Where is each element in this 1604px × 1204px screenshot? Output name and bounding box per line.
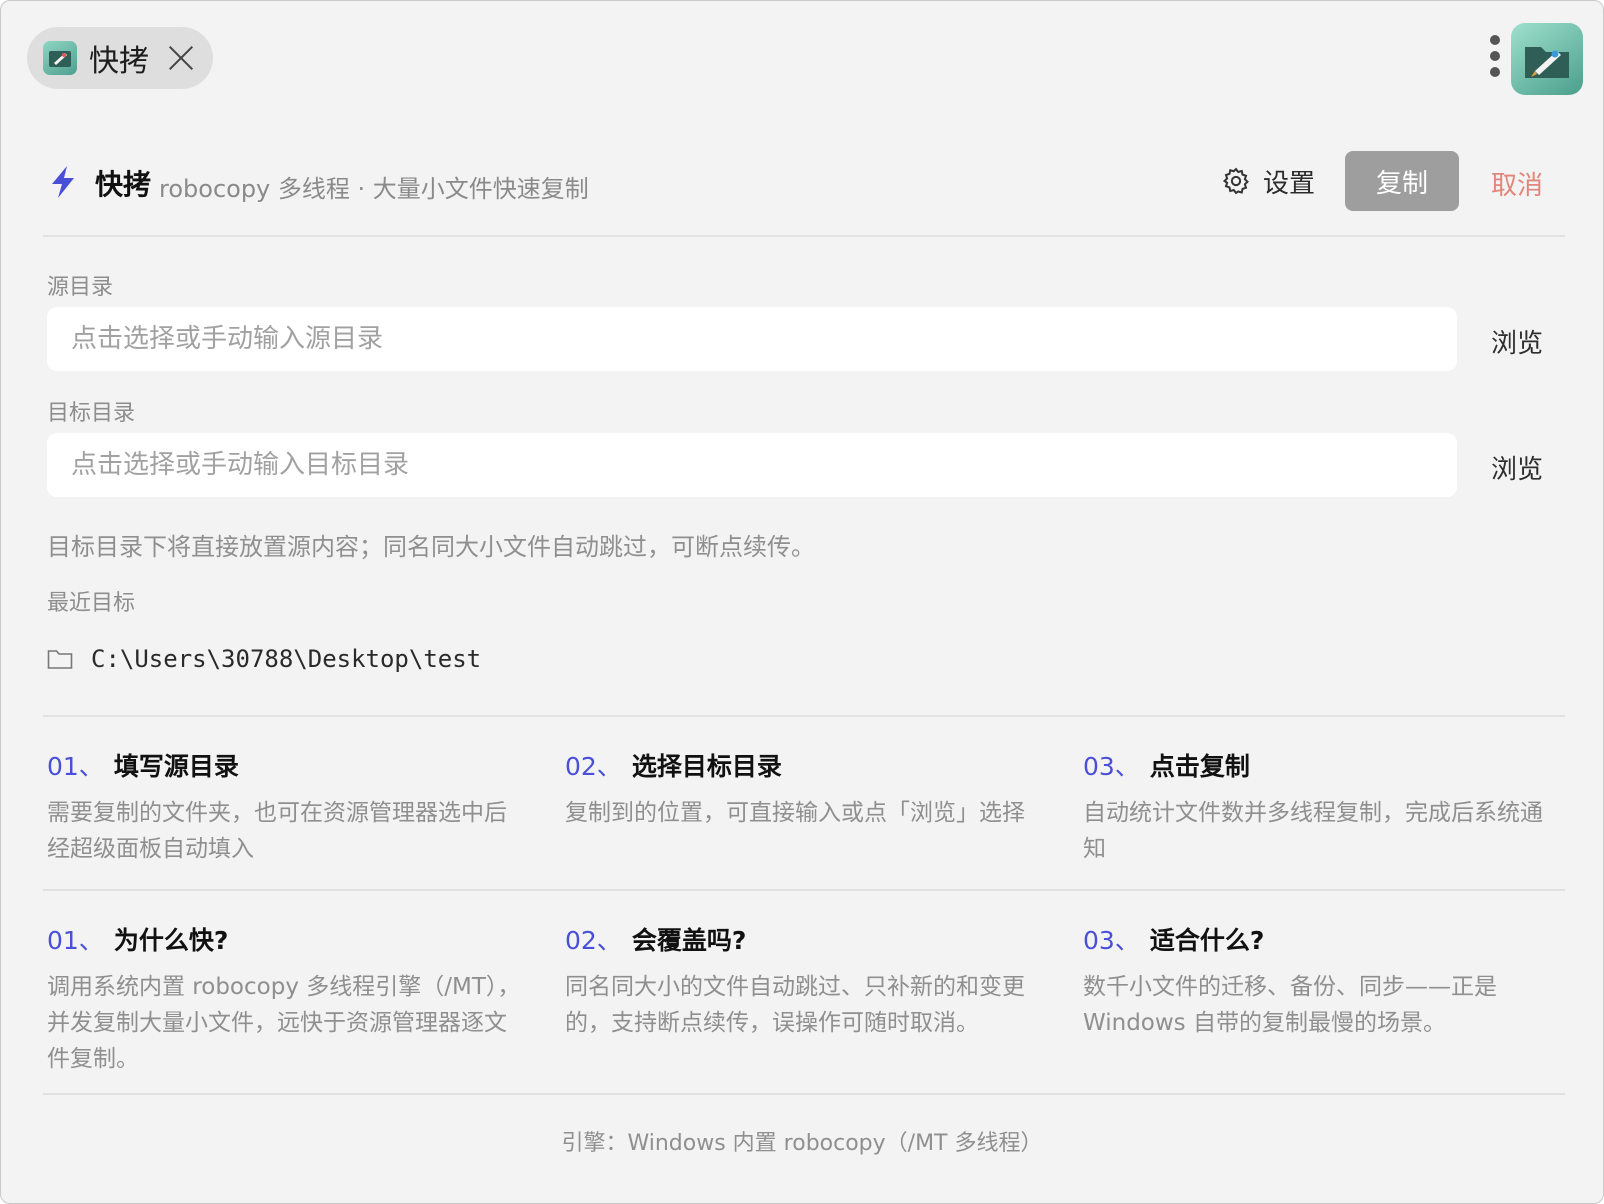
step-heading: 02、 选择目标目录 (565, 747, 1045, 783)
source-label: 源目录 (47, 275, 114, 300)
app-name: 快拷 (95, 168, 152, 201)
faq-3: 03、 适合什么? 数千小文件的迁移、备份、同步——正是 Windows 自带的复… (1083, 921, 1563, 1041)
copy-button[interactable]: 复制 (1345, 151, 1459, 211)
lightning-icon (52, 166, 74, 198)
footer-divider (43, 1093, 1565, 1095)
faq-number: 01、 (47, 926, 104, 955)
header-divider (43, 235, 1565, 237)
faq-body: 数千小文件的迁移、备份、同步——正是 Windows 自带的复制最慢的场景。 (1083, 974, 1497, 1036)
engine-footer: 引擎：Windows 内置 robocopy（/MT 多线程） (561, 1131, 1043, 1156)
steps-divider (43, 715, 1565, 717)
step-number: 03、 (1083, 752, 1140, 781)
recent-target-item[interactable]: C:\Users\30788\Desktop\test (47, 641, 481, 677)
rocket-folder-icon[interactable] (1511, 23, 1583, 95)
cancel-button[interactable]: 取消 (1491, 165, 1543, 202)
source-input[interactable] (47, 307, 1457, 371)
step-title: 选择目标目录 (631, 752, 782, 781)
faq-heading: 03、 适合什么? (1083, 921, 1563, 957)
tab-title: 快拷 (89, 44, 149, 79)
settings-label: 设置 (1263, 168, 1316, 199)
rocket-folder-icon (43, 41, 77, 75)
step-body: 自动统计文件数并多线程复制，完成后系统通知 (1083, 800, 1543, 862)
step-body: 需要复制的文件夹，也可在资源管理器选中后经超级面板自动填入 (47, 800, 507, 862)
faq-number: 02、 (565, 926, 622, 955)
kebab-menu-icon[interactable] (1489, 35, 1501, 81)
faq-1: 01、 为什么快? 调用系统内置 robocopy 多线程引擎（/MT），并发复制… (47, 921, 527, 1077)
step-heading: 01、 填写源目录 (47, 747, 527, 783)
faq-body: 同名同大小的文件自动跳过、只补新的和变更的，支持断点续传，误操作可随时取消。 (565, 974, 1025, 1036)
faq-body: 调用系统内置 robocopy 多线程引擎（/MT），并发复制大量小文件，远快于… (47, 974, 521, 1072)
faq-title: 会覆盖吗? (631, 926, 747, 955)
target-label: 目标目录 (47, 401, 136, 426)
faq-heading: 02、 会覆盖吗? (565, 921, 1045, 957)
app-subtitle: robocopy 多线程 · 大量小文件快速复制 (159, 175, 589, 203)
folder-icon (47, 650, 73, 669)
step-3: 03、 点击复制 自动统计文件数并多线程复制，完成后系统通知 (1083, 747, 1563, 867)
faq-divider (43, 889, 1565, 891)
faq-title: 适合什么? (1149, 926, 1265, 955)
settings-button[interactable]: 设置 (1221, 161, 1315, 201)
app-window: 快拷 快拷 robocopy 多线程 · 大量小文件快速复制 设置 复制 取消 … (0, 0, 1604, 1204)
step-1: 01、 填写源目录 需要复制的文件夹，也可在资源管理器选中后经超级面板自动填入 (47, 747, 527, 867)
gear-icon (1222, 167, 1249, 195)
faq-title: 为什么快? (113, 926, 229, 955)
step-number: 01、 (47, 752, 104, 781)
app-tab[interactable]: 快拷 (27, 27, 213, 89)
target-browse-button[interactable]: 浏览 (1491, 449, 1543, 486)
step-heading: 03、 点击复制 (1083, 747, 1563, 783)
faq-heading: 01、 为什么快? (47, 921, 527, 957)
step-title: 点击复制 (1149, 752, 1250, 781)
step-number: 02、 (565, 752, 622, 781)
target-input[interactable] (47, 433, 1457, 497)
recent-label: 最近目标 (47, 591, 136, 616)
faq-number: 03、 (1083, 926, 1140, 955)
recent-target-path: C:\Users\30788\Desktop\test (91, 645, 482, 673)
step-2: 02、 选择目标目录 复制到的位置，可直接输入或点「浏览」选择 (565, 747, 1045, 831)
step-title: 填写源目录 (113, 752, 239, 781)
step-body: 复制到的位置，可直接输入或点「浏览」选择 (565, 800, 1025, 826)
close-icon[interactable] (167, 44, 195, 72)
source-browse-button[interactable]: 浏览 (1491, 323, 1543, 360)
faq-2: 02、 会覆盖吗? 同名同大小的文件自动跳过、只补新的和变更的，支持断点续传，误操… (565, 921, 1045, 1041)
target-hint: 目标目录下将直接放置源内容；同名同大小文件自动跳过，可断点续传。 (47, 533, 815, 561)
